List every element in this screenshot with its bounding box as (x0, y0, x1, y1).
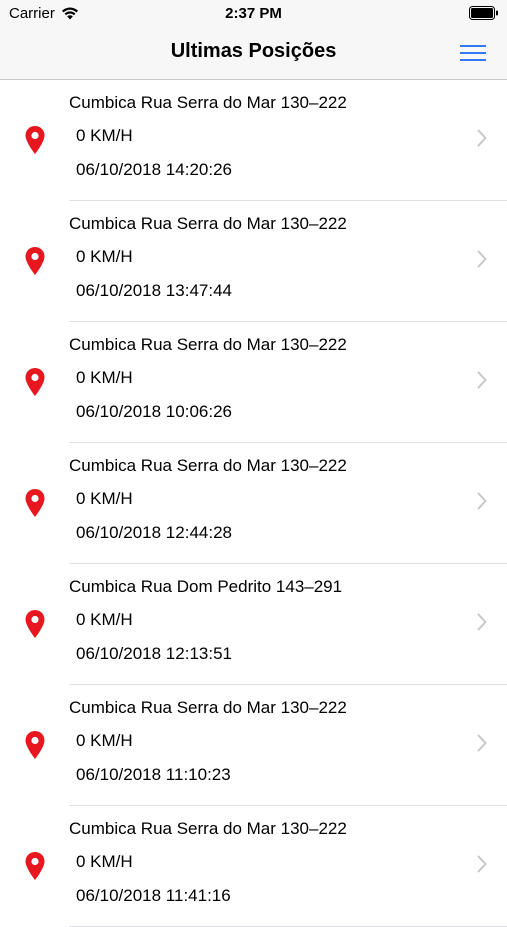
chevron-right-icon (477, 250, 487, 268)
chevron-right-icon (477, 492, 487, 510)
map-pin-icon (25, 731, 45, 759)
position-address: Cumbica Rua Serra do Mar 130–222 (69, 819, 347, 838)
position-speed: 0 KM/H (76, 247, 133, 266)
position-address: Cumbica Rua Serra do Mar 130–222 (69, 93, 347, 112)
position-row[interactable]: Cumbica Rua Serra do Mar 130–222 0 KM/H … (0, 685, 507, 806)
battery-icon (469, 6, 498, 20)
position-datetime: 06/10/2018 11:10:23 (76, 765, 231, 784)
position-datetime: 06/10/2018 11:41:16 (76, 886, 231, 905)
hamburger-menu-icon[interactable] (459, 42, 487, 64)
position-speed: 0 KM/H (76, 126, 133, 145)
status-time: 2:37 PM (225, 5, 282, 22)
position-row[interactable]: Cumbica Rua Dom Pedrito 143–291 0 KM/H 0… (0, 564, 507, 685)
page-title: Ultimas Posições (170, 40, 337, 62)
chevron-right-icon (477, 855, 487, 873)
position-speed: 0 KM/H (76, 852, 133, 871)
position-row[interactable]: Cumbica Rua Serra do Mar 130–222 0 KM/H … (0, 201, 507, 322)
position-address: Cumbica Rua Serra do Mar 130–222 (69, 698, 347, 717)
chevron-right-icon (477, 371, 487, 389)
chevron-right-icon (477, 734, 487, 752)
position-speed: 0 KM/H (76, 731, 133, 750)
position-address: Cumbica Rua Serra do Mar 130–222 (69, 335, 347, 354)
position-speed: 0 KM/H (76, 610, 133, 629)
chevron-right-icon (477, 129, 487, 147)
position-address: Cumbica Rua Serra do Mar 130–222 (69, 214, 347, 233)
position-speed: 0 KM/H (76, 489, 133, 508)
map-pin-icon (25, 489, 45, 517)
position-datetime: 06/10/2018 10:06:26 (76, 402, 232, 421)
map-pin-icon (25, 247, 45, 275)
position-datetime: 06/10/2018 13:47:44 (76, 281, 232, 300)
position-row[interactable]: Cumbica Rua Serra do Mar 130–222 0 KM/H … (0, 80, 507, 201)
position-datetime: 06/10/2018 12:44:28 (76, 523, 232, 542)
position-address: Cumbica Rua Dom Pedrito 143–291 (69, 577, 343, 596)
navigation-bar: Ultimas Posições (0, 28, 507, 80)
position-datetime: 06/10/2018 14:20:26 (76, 160, 232, 179)
status-bar: Carrier 2:37 PM (0, 0, 507, 28)
map-pin-icon (25, 368, 45, 396)
position-speed: 0 KM/H (76, 368, 133, 387)
map-pin-icon (25, 852, 45, 880)
chevron-right-icon (477, 613, 487, 631)
map-pin-icon (25, 126, 45, 154)
map-pin-icon (25, 610, 45, 638)
position-address: Cumbica Rua Serra do Mar 130–222 (69, 456, 347, 475)
positions-list: Cumbica Rua Serra do Mar 130–222 0 KM/H … (0, 80, 507, 927)
position-row[interactable]: Cumbica Rua Serra do Mar 130–222 0 KM/H … (0, 322, 507, 443)
position-row[interactable]: Cumbica Rua Serra do Mar 130–222 0 KM/H … (0, 443, 507, 564)
position-datetime: 06/10/2018 12:13:51 (76, 644, 232, 663)
position-row[interactable]: Cumbica Rua Serra do Mar 130–222 0 KM/H … (0, 806, 507, 927)
